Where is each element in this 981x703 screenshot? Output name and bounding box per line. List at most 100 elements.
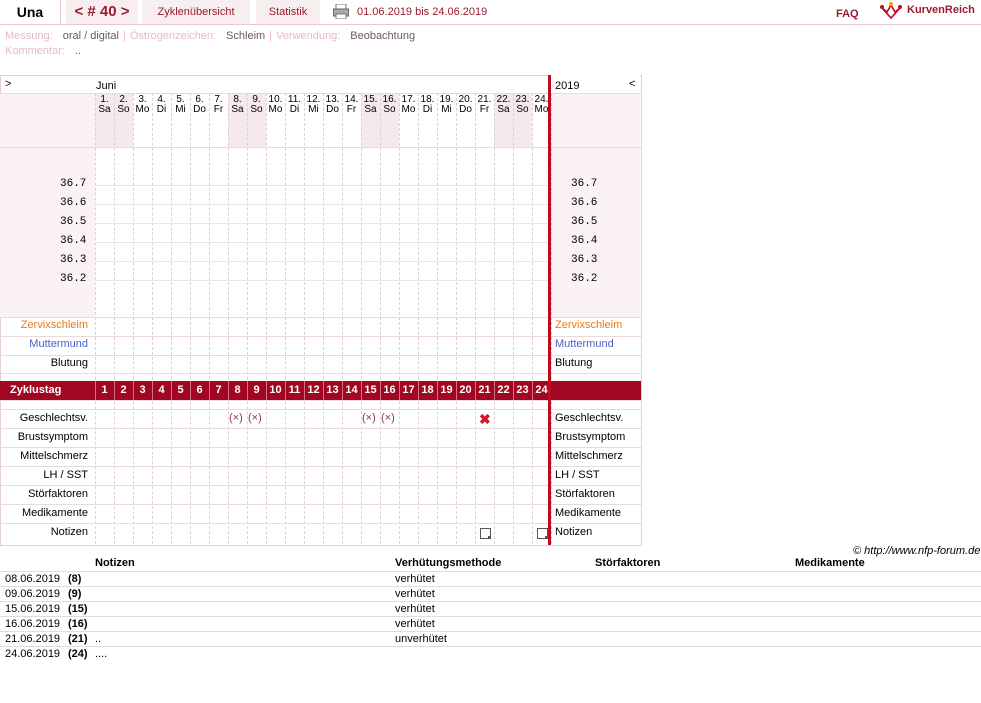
row-line [0,485,641,486]
temp-grid-line [95,185,549,186]
temp-label-right: 36.4 [571,235,598,247]
note-icon[interactable] [537,528,548,539]
day-grid-line [513,93,514,544]
day-weekday: Do [193,104,206,115]
day-weekday: Mi [441,104,452,115]
day-header: 7. Fr [209,95,228,115]
row-label-muttermund: Muttermund [29,338,88,350]
row-date: 15.06.2019 [5,603,61,615]
row-label-störfaktoren: Störfaktoren [28,488,88,500]
temp-label-right: 36.5 [571,216,598,228]
day-header: 6. Do [190,95,209,115]
tab-statistik[interactable]: Statistik [256,0,320,24]
intercourse-mark: (×) [248,412,262,424]
zyklustag-number: 11 [288,384,301,396]
cycle-navigator[interactable]: < # 40 > [66,0,138,24]
zyklustag-number: 6 [196,384,203,396]
day-weekday: Di [289,104,300,115]
temp-label-right: 36.2 [571,273,598,285]
day-weekday: Sa [497,104,510,115]
day-grid-line [323,93,324,544]
day-header: 22. Sa [494,95,513,115]
kommentar-value: .. [74,45,82,57]
day-grid-line [380,93,381,544]
row-label-right-mittelschmerz: Mittelschmerz [555,450,623,462]
temp-grid-line [95,204,549,205]
intercourse-mark: (×) [229,412,243,424]
day-header: 19. Mi [437,95,456,115]
printer-icon[interactable] [333,4,349,19]
zyklustag-number: 21 [478,384,491,396]
zyklustag-number: 20 [459,384,472,396]
row-line [0,355,641,356]
temp-grid-line [95,261,549,262]
row-label-geschlechtsv: Geschlechtsv. [19,412,88,424]
table-row: 08.06.2019 (8) verhütet [0,571,981,587]
zyklustag-number: 15 [364,384,377,396]
zyklustag-number: 1 [101,384,108,396]
zyklustag-number: 18 [421,384,434,396]
temp-grid-line [95,223,549,224]
row-line [0,428,641,429]
day-weekday: Do [326,104,339,115]
year-label: 2019 [555,80,580,92]
note-icon[interactable] [480,528,491,539]
logo-icon[interactable] [880,2,902,20]
row-method: unverhütet [395,633,447,645]
th-notizen: Notizen [95,557,135,569]
zyklustag-number: 23 [516,384,529,396]
row-date: 09.06.2019 [5,588,61,600]
day-weekday: Mo [135,104,150,115]
table-row: 21.06.2019 (21).. unverhütet [0,631,981,647]
day-grid-line [209,93,210,544]
table-row: 09.06.2019 (9) verhütet [0,586,981,602]
temp-label-left: 36.2 [60,273,87,285]
row-label-brustsymptom: Brustsymptom [17,431,88,443]
intercourse-mark: (×) [381,412,395,424]
day-weekday: Sa [98,104,111,115]
row-note: .... [95,648,108,660]
row-line [0,466,641,467]
row-label-right-störfaktoren: Störfaktoren [555,488,615,500]
faq-link[interactable]: FAQ [836,8,859,20]
day-grid-line [304,93,305,544]
zyklustag-number: 4 [158,384,165,396]
zyklustag-number: 10 [269,384,282,396]
nav-next-button[interactable]: < [629,78,635,90]
row-line [0,400,641,401]
row-label-right-blutung: Blutung [555,357,593,369]
nav-prev-button[interactable]: > [5,78,11,90]
today-line [548,75,551,545]
day-grid-line [266,93,267,544]
temp-grid-line [95,280,549,281]
temp-label-right: 36.7 [571,178,598,190]
day-weekday: So [117,104,130,115]
zyklustag-label: Zyklustag [10,384,62,396]
logo-text[interactable]: KurvenReich [907,4,975,16]
zyklustag-number: 5 [177,384,184,396]
day-header: 13. Do [323,95,342,115]
day-weekday: Di [156,104,167,115]
temp-label-left: 36.4 [60,235,87,247]
row-line [0,317,641,318]
day-grid-line [152,93,153,544]
day-grid-line [228,93,229,544]
day-header: 15. Sa [361,95,380,115]
day-grid-line [114,93,115,544]
zyklustag-number: 17 [402,384,415,396]
zyklustag-number: 8 [234,384,241,396]
date-range: 01.06.2019 bis 24.06.2019 [357,6,488,18]
intercourse-mark: (×) [362,412,376,424]
day-weekday: So [516,104,529,115]
tab-zyklenuebersicht[interactable]: Zyklenübersicht [142,0,250,24]
kommentar-label: Kommentar: [5,45,65,57]
row-label-blutung: Blutung [50,357,88,369]
day-header: 16. So [380,95,399,115]
row-label-right-geschlechtsv: Geschlechtsv. [555,412,624,424]
day-header: 9. So [247,95,266,115]
row-label-right-medikamente: Medikamente [555,507,622,519]
day-header: 21. Fr [475,95,494,115]
day-weekday: Mi [175,104,186,115]
day-grid-line [399,93,400,544]
verwendung-label: Verwendung: [276,30,341,42]
